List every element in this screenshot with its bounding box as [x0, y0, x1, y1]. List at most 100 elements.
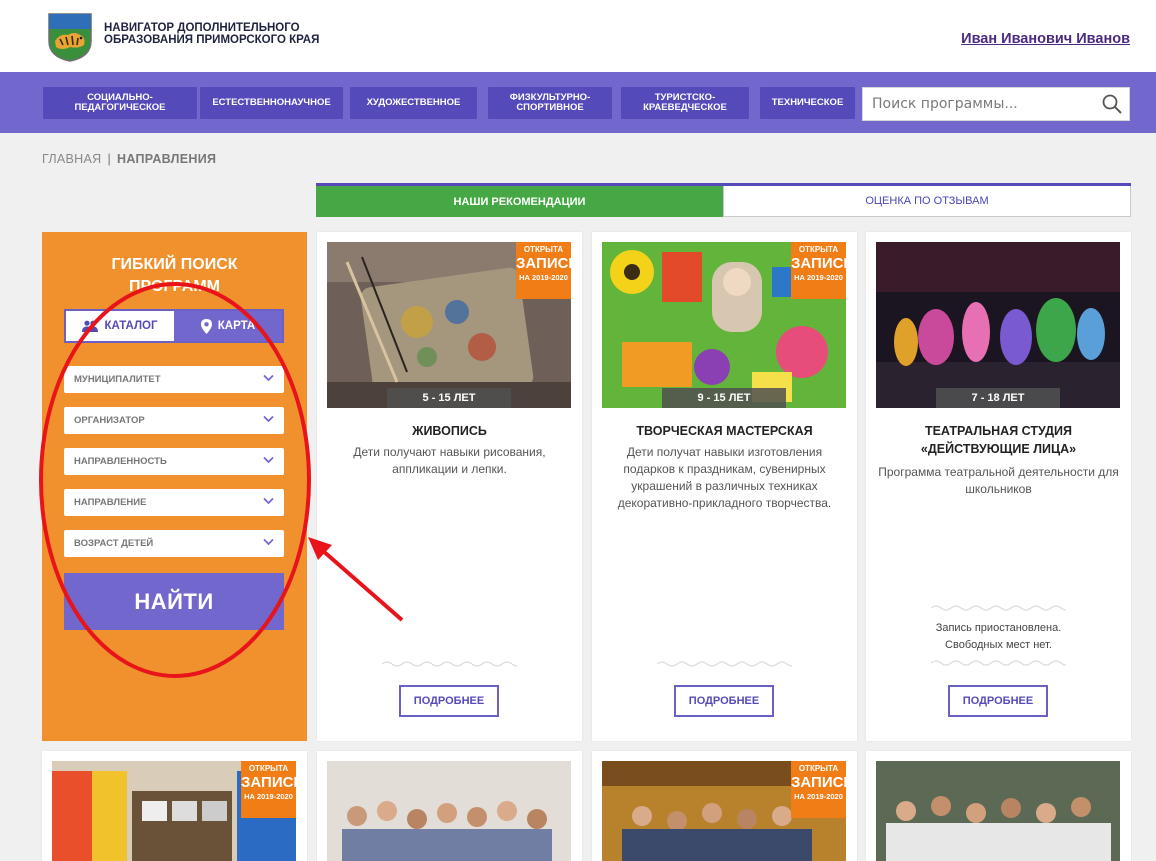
- top-header: НАВИГАТОР ДОПОЛНИТЕЛЬНОГО ОБРАЗОВАНИЯ ПР…: [0, 0, 1156, 72]
- badge-line2: ЗАПИСЬ: [791, 774, 846, 791]
- status-line1: Запись приостановлена.: [935, 622, 1062, 634]
- flexible-search-panel: ГИБКИЙ ПОИСК ПРОГРАММ КАТАЛОГ КАРТА МУНИ…: [42, 232, 307, 741]
- program-card[interactable]: 7 - 18 ЛЕТ ТЕАТРАЛЬНАЯ СТУДИЯ «ДЕЙСТВУЮЩ…: [866, 232, 1131, 741]
- program-card[interactable]: [317, 751, 582, 861]
- toggle-map[interactable]: КАРТА: [174, 311, 282, 341]
- nav-item-label: ЕСТЕСТВЕННОНАУЧНОЕ: [212, 97, 331, 108]
- wave-divider: [657, 661, 792, 667]
- nav-item-tourism[interactable]: ТУРИСТСКО- КРАЕВЕДЧЕСКОЕ: [621, 87, 749, 119]
- badge-line3: НА 2019-2020: [794, 273, 843, 282]
- toggle-map-label: КАРТА: [217, 320, 256, 332]
- focus-select[interactable]: НАПРАВЛЕННОСТЬ: [64, 448, 284, 475]
- chevron-down-icon: [263, 415, 274, 423]
- select-label: НАПРАВЛЕННОСТЬ: [74, 456, 167, 467]
- select-label: ВОЗРАСТ ДЕТЕЙ: [74, 538, 154, 549]
- user-profile-link[interactable]: Иван Иванович Иванов: [961, 31, 1130, 47]
- program-photo[interactable]: ОТКРЫТА ЗАПИСЬ НА 2019-2020: [602, 761, 846, 861]
- search-input[interactable]: [863, 88, 1083, 120]
- program-card[interactable]: 5 - 15 ЛЕТ ОТКРЫТА ЗАПИСЬ НА 2019-2020 Ж…: [317, 232, 582, 741]
- program-card[interactable]: [866, 751, 1131, 861]
- organizer-select[interactable]: ОРГАНИЗАТОР: [64, 407, 284, 434]
- chevron-down-icon: [263, 497, 274, 505]
- enrollment-open-badge: ОТКРЫТА ЗАПИСЬ НА 2019-2020: [241, 761, 296, 818]
- view-toggle: КАТАЛОГ КАРТА: [64, 309, 284, 343]
- program-title[interactable]: ТЕАТРАЛЬНАЯ СТУДИЯ «ДЕЙСТВУЮЩИЕ ЛИЦА»: [876, 422, 1121, 458]
- sort-tabs: НАШИ РЕКОМЕНДАЦИИ ОЦЕНКА ПО ОТЗЫВАМ: [316, 183, 1131, 217]
- nav-item-artistic[interactable]: ХУДОЖЕСТВЕННОЕ: [350, 87, 477, 119]
- details-button[interactable]: ПОДРОБНЕЕ: [948, 685, 1048, 717]
- program-card[interactable]: 9 - 15 ЛЕТ ОТКРЫТА ЗАПИСЬ НА 2019-2020 Т…: [592, 232, 857, 741]
- age-range-label: 7 - 18 ЛЕТ: [936, 388, 1060, 408]
- program-photo[interactable]: 5 - 15 ЛЕТ ОТКРЫТА ЗАПИСЬ НА 2019-2020: [327, 242, 571, 408]
- badge-line1: ОТКРЫТА: [523, 245, 564, 254]
- panel-title-line1: ГИБКИЙ ПОИСК: [111, 256, 238, 273]
- nav-item-natural-science[interactable]: ЕСТЕСТВЕННОНАУЧНОЕ: [200, 87, 343, 119]
- tab-reviews-rating[interactable]: ОЦЕНКА ПО ОТЗЫВАМ: [723, 186, 1131, 217]
- program-photo[interactable]: 9 - 15 ЛЕТ ОТКРЫТА ЗАПИСЬ НА 2019-2020: [602, 242, 846, 408]
- badge-line3: НА 2019-2020: [244, 792, 293, 801]
- child-age-select[interactable]: ВОЗРАСТ ДЕТЕЙ: [64, 530, 284, 557]
- program-title[interactable]: ЖИВОПИСЬ: [327, 422, 572, 440]
- details-button[interactable]: ПОДРОБНЕЕ: [674, 685, 774, 717]
- badge-line1: ОТКРЫТА: [798, 245, 839, 254]
- enrollment-open-badge: ОТКРЫТА ЗАПИСЬ НА 2019-2020: [791, 761, 846, 818]
- program-title-line2: «ДЕЙСТВУЮЩИЕ ЛИЦА»: [920, 442, 1077, 456]
- toggle-catalog-label: КАТАЛОГ: [104, 320, 158, 332]
- program-description: Дети получат навыки изготовления подарко…: [617, 445, 832, 510]
- map-pin-icon: [200, 318, 212, 334]
- coat-of-arms-logo[interactable]: [46, 11, 94, 63]
- badge-line2: ЗАПИСЬ: [516, 255, 571, 272]
- program-card[interactable]: ОТКРЫТА ЗАПИСЬ НА 2019-2020: [42, 751, 307, 861]
- program-photo[interactable]: ОТКРЫТА ЗАПИСЬ НА 2019-2020: [52, 761, 296, 861]
- find-button[interactable]: НАЙТИ: [64, 573, 284, 630]
- breadcrumb-home[interactable]: ГЛАВНАЯ: [42, 152, 101, 166]
- badge-line2: ЗАПИСЬ: [241, 774, 296, 791]
- nav-item-label: СПОРТИВНОЕ: [516, 102, 584, 113]
- enrollment-status: Запись приостановлена. Свободных мест не…: [876, 620, 1121, 654]
- panel-title: ГИБКИЙ ПОИСК ПРОГРАММ: [42, 254, 307, 298]
- program-photo[interactable]: [876, 761, 1120, 861]
- search-box: [862, 87, 1130, 121]
- select-label: ОРГАНИЗАТОР: [74, 415, 145, 426]
- wave-divider: [931, 660, 1066, 666]
- tab-recommendations[interactable]: НАШИ РЕКОМЕНДАЦИИ: [316, 186, 723, 217]
- age-range-label: 5 - 15 ЛЕТ: [387, 388, 511, 408]
- search-icon[interactable]: [1101, 93, 1123, 115]
- wave-divider: [382, 661, 517, 667]
- theatre-photo: [876, 242, 1120, 408]
- badge-line1: ОТКРЫТА: [248, 764, 289, 773]
- site-title-line2: ОБРАЗОВАНИЯ ПРИМОРСКОГО КРАЯ: [104, 34, 320, 46]
- program-title-line1: ТЕАТРАЛЬНАЯ СТУДИЯ: [924, 424, 1073, 438]
- nav-item-label: ПЕДАГОГИЧЕСКОЕ: [74, 102, 166, 113]
- nav-item-label: КРАЕВЕДЧЕСКОЕ: [643, 102, 727, 113]
- nav-item-label: ТЕХНИЧЕСКОЕ: [771, 97, 844, 108]
- badge-line3: НА 2019-2020: [519, 273, 568, 282]
- chevron-down-icon: [263, 374, 274, 382]
- nav-item-label: ХУДОЖЕСТВЕННОЕ: [366, 97, 461, 108]
- select-label: МУНИЦИПАЛИТЕТ: [74, 374, 161, 385]
- panel-title-line2: ПРОГРАММ: [129, 278, 220, 295]
- nav-item-sports[interactable]: ФИЗКУЛЬТУРНО- СПОРТИВНОЕ: [488, 87, 612, 119]
- site-title[interactable]: НАВИГАТОР ДОПОЛНИТЕЛЬНОГО ОБРАЗОВАНИЯ ПР…: [104, 22, 424, 46]
- municipality-select[interactable]: МУНИЦИПАЛИТЕТ: [64, 366, 284, 393]
- program-photo[interactable]: 7 - 18 ЛЕТ: [876, 242, 1120, 408]
- age-range-label: 9 - 15 ЛЕТ: [662, 388, 786, 408]
- direction-select[interactable]: НАПРАВЛЕНИЕ: [64, 489, 284, 516]
- breadcrumb-current: НАПРАВЛЕНИЯ: [117, 152, 217, 166]
- program-photo[interactable]: [327, 761, 571, 861]
- breadcrumb-separator: |: [107, 152, 111, 166]
- nav-item-technical[interactable]: ТЕХНИЧЕСКОЕ: [760, 87, 855, 119]
- badge-line3: НА 2019-2020: [794, 792, 843, 801]
- toggle-catalog[interactable]: КАТАЛОГ: [66, 311, 174, 341]
- badge-line1: ОТКРЫТА: [798, 764, 839, 773]
- chevron-down-icon: [263, 456, 274, 464]
- program-title[interactable]: ТВОРЧЕСКАЯ МАСТЕРСКАЯ: [602, 422, 847, 440]
- breadcrumb: ГЛАВНАЯ | НАПРАВЛЕНИЯ: [42, 152, 216, 166]
- program-description: Дети получают навыки рисования, аппликац…: [353, 445, 546, 476]
- nav-item-social-pedagogical[interactable]: СОЦИАЛЬНО- ПЕДАГОГИЧЕСКОЕ: [43, 87, 197, 119]
- badge-line2: ЗАПИСЬ: [791, 255, 846, 272]
- page: НАВИГАТОР ДОПОЛНИТЕЛЬНОГО ОБРАЗОВАНИЯ ПР…: [0, 0, 1156, 861]
- program-card[interactable]: ОТКРЫТА ЗАПИСЬ НА 2019-2020: [592, 751, 857, 861]
- details-button[interactable]: ПОДРОБНЕЕ: [399, 685, 499, 717]
- select-label: НАПРАВЛЕНИЕ: [74, 497, 147, 508]
